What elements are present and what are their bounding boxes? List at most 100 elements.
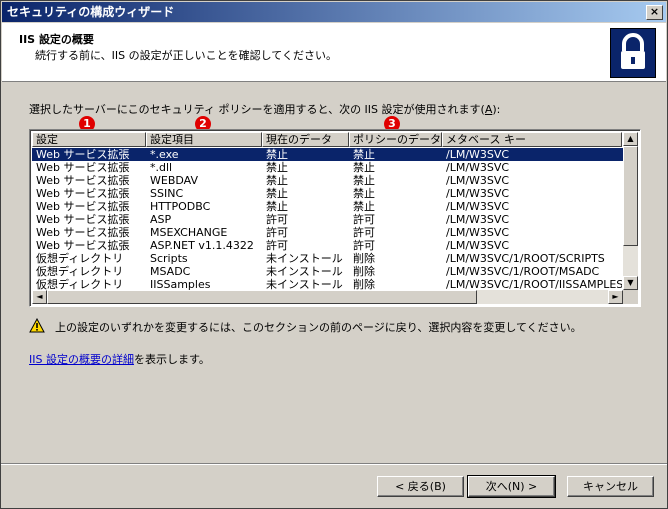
cell-policy-data: 禁止 <box>353 148 375 161</box>
cell-policy-data: 削除 <box>353 278 375 290</box>
table-row[interactable]: Web サービス拡張 HTTPODBC 禁止 禁止/LM/W3SVC <box>32 200 623 213</box>
cell-policy-data: 禁止 <box>353 187 375 200</box>
vertical-scroll-thumb[interactable] <box>623 146 638 246</box>
cell-policy-data: 禁止 <box>353 161 375 174</box>
scroll-down-button[interactable]: ▼ <box>623 276 638 290</box>
cell-current-data: 禁止 <box>266 174 288 187</box>
cell-current-data: 禁止 <box>266 148 288 161</box>
table-row[interactable]: Web サービス拡張 ASP 許可 許可/LM/W3SVC <box>32 213 623 226</box>
description: 選択したサーバーにこのセキュリティ ポリシーを適用すると、次の IIS 設定が使… <box>29 103 501 116</box>
cell-policy-data: 許可 <box>353 239 375 252</box>
table-row[interactable]: 仮想ディレクトリ Scripts 未インストール 削除/LM/W3SVC/1/ROOT… <box>32 252 623 265</box>
cell-metabase-key: /LM/W3SVC <box>446 226 510 239</box>
column-header-setting[interactable]: 設定 <box>32 132 146 147</box>
scrollbar-corner <box>623 290 638 304</box>
list-header: 設定 設定項目 現在のデータ ポリシーのデータ メタベース キー <box>32 132 623 147</box>
cell-setting: Web サービス拡張 <box>36 213 130 226</box>
button-separator <box>1 463 667 465</box>
cell-item: ASP.NET v1.1.4322 <box>150 239 254 252</box>
scroll-left-button[interactable]: ◄ <box>32 290 47 304</box>
cell-setting: Web サービス拡張 <box>36 148 130 161</box>
cell-metabase-key: /LM/W3SVC <box>446 213 510 226</box>
page-subtitle: 続行する前に、IIS の設定が正しいことを確認してください。 <box>35 49 337 62</box>
title-bar[interactable]: セキュリティの構成ウィザード × <box>2 2 666 22</box>
column-header-metabase-key[interactable]: メタベース キー <box>442 132 622 147</box>
cell-policy-data: 許可 <box>353 213 375 226</box>
cell-current-data: 未インストール <box>266 278 343 290</box>
cell-setting: 仮想ディレクトリ <box>36 265 124 278</box>
cell-current-data: 禁止 <box>266 187 288 200</box>
cell-setting: Web サービス拡張 <box>36 239 130 252</box>
list-rows: Web サービス拡張 *.exe 禁止 禁止/LM/W3SVC Web サービス拡張 *.… <box>32 148 623 290</box>
cell-item: MSADC <box>150 265 191 278</box>
cell-current-data: 許可 <box>266 226 288 239</box>
cell-policy-data: 削除 <box>353 252 375 265</box>
window-title: セキュリティの構成ウィザード <box>7 5 175 19</box>
warning-icon <box>29 317 45 334</box>
table-row[interactable]: Web サービス拡張 ASP.NET v1.1.4322 許可 許可/LM/W3SVC <box>32 239 623 252</box>
table-row[interactable]: Web サービス拡張 *.dll 禁止 禁止/LM/W3SVC <box>32 161 623 174</box>
cell-setting: Web サービス拡張 <box>36 161 130 174</box>
cell-current-data: 未インストール <box>266 252 343 265</box>
table-row[interactable]: Web サービス拡張 MSEXCHANGE 許可 許可/LM/W3SVC <box>32 226 623 239</box>
horizontal-scroll-thumb[interactable] <box>47 290 477 304</box>
cell-metabase-key: /LM/W3SVC <box>446 200 510 213</box>
cell-setting: Web サービス拡張 <box>36 187 130 200</box>
cell-policy-data: 削除 <box>353 265 375 278</box>
cell-item: ASP <box>150 213 172 226</box>
page-title: IIS 設定の概要 <box>19 33 94 46</box>
cell-policy-data: 禁止 <box>353 200 375 213</box>
iis-settings-list[interactable]: 設定 設定項目 現在のデータ ポリシーのデータ メタベース キー Web サービ… <box>29 129 641 307</box>
cell-item: Scripts <box>150 252 188 265</box>
scroll-up-button[interactable]: ▲ <box>623 132 638 146</box>
cell-metabase-key: /LM/W3SVC <box>446 187 510 200</box>
cell-metabase-key: /LM/W3SVC <box>446 239 510 252</box>
cell-metabase-key: /LM/W3SVC/1/ROOT/IISSAMPLES <box>446 278 622 290</box>
column-header-current-data[interactable]: 現在のデータ <box>262 132 349 147</box>
table-row[interactable]: Web サービス拡張 WEBDAV 禁止 禁止/LM/W3SVC <box>32 174 623 187</box>
table-row[interactable]: 仮想ディレクトリ MSADC 未インストール 削除/LM/W3SVC/1/ROOT/M… <box>32 265 623 278</box>
cell-setting: 仮想ディレクトリ <box>36 252 124 265</box>
cell-item: HTTPODBC <box>150 200 211 213</box>
cell-item: *.dll <box>150 161 173 174</box>
column-header-item[interactable]: 設定項目 <box>146 132 262 147</box>
cell-metabase-key: /LM/W3SVC <box>446 148 510 161</box>
cell-current-data: 許可 <box>266 213 288 226</box>
cell-policy-data: 許可 <box>353 226 375 239</box>
warning-text: 上の設定のいずれかを変更するには、このセクションの前のページに戻り、選択内容を変… <box>55 321 582 334</box>
close-button[interactable]: × <box>646 5 663 20</box>
next-button[interactable]: 次へ(N) > <box>467 475 556 498</box>
cell-metabase-key: /LM/W3SVC <box>446 174 510 187</box>
lock-icon <box>610 28 656 78</box>
wizard-header: IIS 設定の概要 続行する前に、IIS の設定が正しいことを確認してください。 <box>2 23 666 82</box>
details-link[interactable]: IIS 設定の概要の詳細 <box>29 353 134 366</box>
details-suffix: を表示します。 <box>133 353 210 366</box>
cell-metabase-key: /LM/W3SVC <box>446 161 510 174</box>
cell-metabase-key: /LM/W3SVC/1/ROOT/SCRIPTS <box>446 252 605 265</box>
cell-item: *.exe <box>150 148 179 161</box>
cell-setting: Web サービス拡張 <box>36 226 130 239</box>
cell-current-data: 禁止 <box>266 200 288 213</box>
cell-policy-data: 禁止 <box>353 174 375 187</box>
horizontal-scrollbar[interactable]: ◄ ► <box>32 290 623 304</box>
cell-setting: Web サービス拡張 <box>36 174 130 187</box>
cell-current-data: 未インストール <box>266 265 343 278</box>
cell-item: SSINC <box>150 187 184 200</box>
cell-current-data: 禁止 <box>266 161 288 174</box>
cancel-button[interactable]: キャンセル <box>567 476 654 497</box>
cell-metabase-key: /LM/W3SVC/1/ROOT/MSADC <box>446 265 600 278</box>
cell-item: MSEXCHANGE <box>150 226 228 239</box>
vertical-scrollbar[interactable]: ▲ ▼ <box>623 132 638 290</box>
cell-item: WEBDAV <box>150 174 198 187</box>
cell-item: IISSamples <box>150 278 211 290</box>
column-header-policy-data[interactable]: ポリシーのデータ <box>349 132 442 147</box>
details-line: IIS 設定の概要の詳細を表示します。 <box>29 351 210 367</box>
cell-current-data: 許可 <box>266 239 288 252</box>
back-button[interactable]: < 戻る(B) <box>377 476 464 497</box>
table-row[interactable]: Web サービス拡張 *.exe 禁止 禁止/LM/W3SVC <box>32 148 623 161</box>
wizard-window: セキュリティの構成ウィザード × IIS 設定の概要 続行する前に、IIS の設… <box>0 0 668 509</box>
scroll-right-button[interactable]: ► <box>608 290 623 304</box>
cell-setting: Web サービス拡張 <box>36 200 130 213</box>
table-row[interactable]: Web サービス拡張 SSINC 禁止 禁止/LM/W3SVC <box>32 187 623 200</box>
table-row[interactable]: 仮想ディレクトリ IISSamples 未インストール 削除/LM/W3SVC/1/R… <box>32 278 623 290</box>
